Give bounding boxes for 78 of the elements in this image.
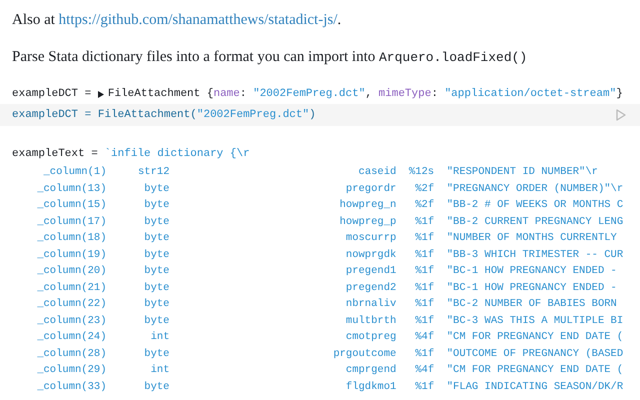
variable-label: "RESPONDENT ID NUMBER"\r [446, 165, 598, 180]
display-format: %1f [414, 380, 434, 394]
variable-name: prgoutcome [332, 346, 396, 362]
variable-name: flgdkmo1 [344, 380, 396, 394]
variable-label: "NUMBER OF MONTHS CURRENTLY [446, 231, 617, 246]
storage-type: byte [143, 264, 170, 279]
variable-label: "BB-2 CURRENT PREGNANCY LENG [446, 214, 624, 230]
display-format: %4f [414, 363, 434, 378]
variable-name: multbrth [344, 314, 396, 328]
storage-type: byte [143, 314, 170, 328]
variable-name: howpreg_p [338, 214, 396, 230]
storage-type: byte [143, 214, 170, 230]
display-format: %1f [414, 314, 434, 328]
column-position: _column(13) [36, 182, 106, 196]
variable-label: "BC-3 WAS THIS A MULTIPLE BI [446, 314, 624, 328]
storage-type: int [150, 363, 170, 378]
variable-name: nowprgdk [344, 248, 396, 262]
variable-label: "FLAG INDICATING SEASON/DK/R [446, 380, 624, 394]
code-text: exampleDCT = FileAttachment("2002FemPreg.dct") [12, 108, 316, 123]
variable-label: "BC-2 NUMBER OF BABIES BORN [446, 297, 617, 312]
storage-type: int [150, 330, 170, 345]
storage-type: byte [143, 198, 170, 213]
variable-name: moscurrp [344, 231, 396, 246]
display-format: %2f [414, 198, 434, 213]
display-format: %1f [414, 264, 434, 279]
variable-name: pregordr [344, 182, 396, 196]
column-position: _column(1) [42, 165, 106, 180]
variable-label: "OUTCOME OF PREGNANCY (BASED [446, 346, 624, 362]
variable-label: "BB-2 # OF WEEKS OR MONTHS C [446, 198, 624, 213]
storage-type: byte [143, 297, 170, 312]
storage-type: byte [143, 248, 170, 262]
column-position: _column(20) [36, 264, 106, 279]
variable-name: caseid [358, 165, 396, 180]
display-format: %12s [408, 165, 434, 180]
description-text: Parse Stata dictionary files into a format you can import into Arquero.loadFixed() [11, 48, 528, 67]
variable-name: cmprgend [344, 363, 396, 378]
column-position: _column(21) [36, 280, 106, 296]
display-format: %1f [414, 297, 434, 312]
display-format: %1f [414, 248, 434, 262]
display-format: %2f [414, 182, 434, 196]
storage-type: byte [143, 280, 170, 296]
variable-name: cmotpreg [344, 330, 396, 345]
variable-name: nbrnaliv [344, 297, 396, 312]
column-position: _column(18) [36, 231, 106, 246]
column-position: _column(15) [36, 198, 106, 213]
display-format: %1f [414, 214, 434, 230]
expand-triangle-icon[interactable] [98, 90, 104, 98]
display-format: %1f [414, 280, 434, 296]
column-position: _column(22) [36, 297, 106, 312]
code-line: exampleText = `infile dictionary {\r [12, 147, 251, 162]
storage-type: byte [143, 346, 170, 362]
column-position: _column(24) [36, 330, 106, 345]
output-line: exampleDCT = FileAttachment {name: "2002FemPreg.dct", mimeType: "application/octet-stream"} [11, 87, 624, 102]
column-position: _column(28) [36, 346, 106, 362]
variable-label: "CM FOR PREGNANCY END DATE ( [446, 363, 624, 378]
variable-label: "BB-3 WHICH TRIMESTER -- CUR [446, 248, 624, 262]
column-position: _column(33) [36, 380, 106, 394]
column-position: _column(17) [36, 214, 106, 230]
column-position: _column(19) [36, 248, 106, 262]
variable-label: "CM FOR PREGNANCY END DATE ( [446, 330, 624, 345]
github-link[interactable]: https://github.com/shanamatthews/statadict-js/ [58, 12, 338, 28]
column-position: _column(23) [36, 314, 106, 328]
storage-type: byte [143, 380, 170, 394]
variable-name: pregend1 [344, 264, 396, 279]
storage-type: str12 [136, 165, 170, 180]
storage-type: byte [143, 231, 170, 246]
storage-type: byte [143, 182, 170, 196]
variable-label: "BC-1 HOW PREGNANCY ENDED - [446, 264, 617, 279]
variable-name: howpreg_n [338, 198, 396, 213]
display-format: %4f [414, 330, 434, 345]
column-position: _column(29) [36, 363, 106, 378]
variable-label: "PREGNANCY ORDER (NUMBER)"\r [446, 182, 624, 196]
code-cell[interactable]: exampleDCT = FileAttachment("2002FemPreg.dct") [0, 104, 640, 126]
display-format: %1f [414, 231, 434, 246]
intro-text: Also at https://github.com/shanamatthews/statadict-js/. [11, 11, 342, 30]
display-format: %1f [414, 346, 434, 362]
variable-name: pregend2 [344, 280, 396, 296]
variable-label: "BC-1 HOW PREGNANCY ENDED - [446, 280, 617, 296]
